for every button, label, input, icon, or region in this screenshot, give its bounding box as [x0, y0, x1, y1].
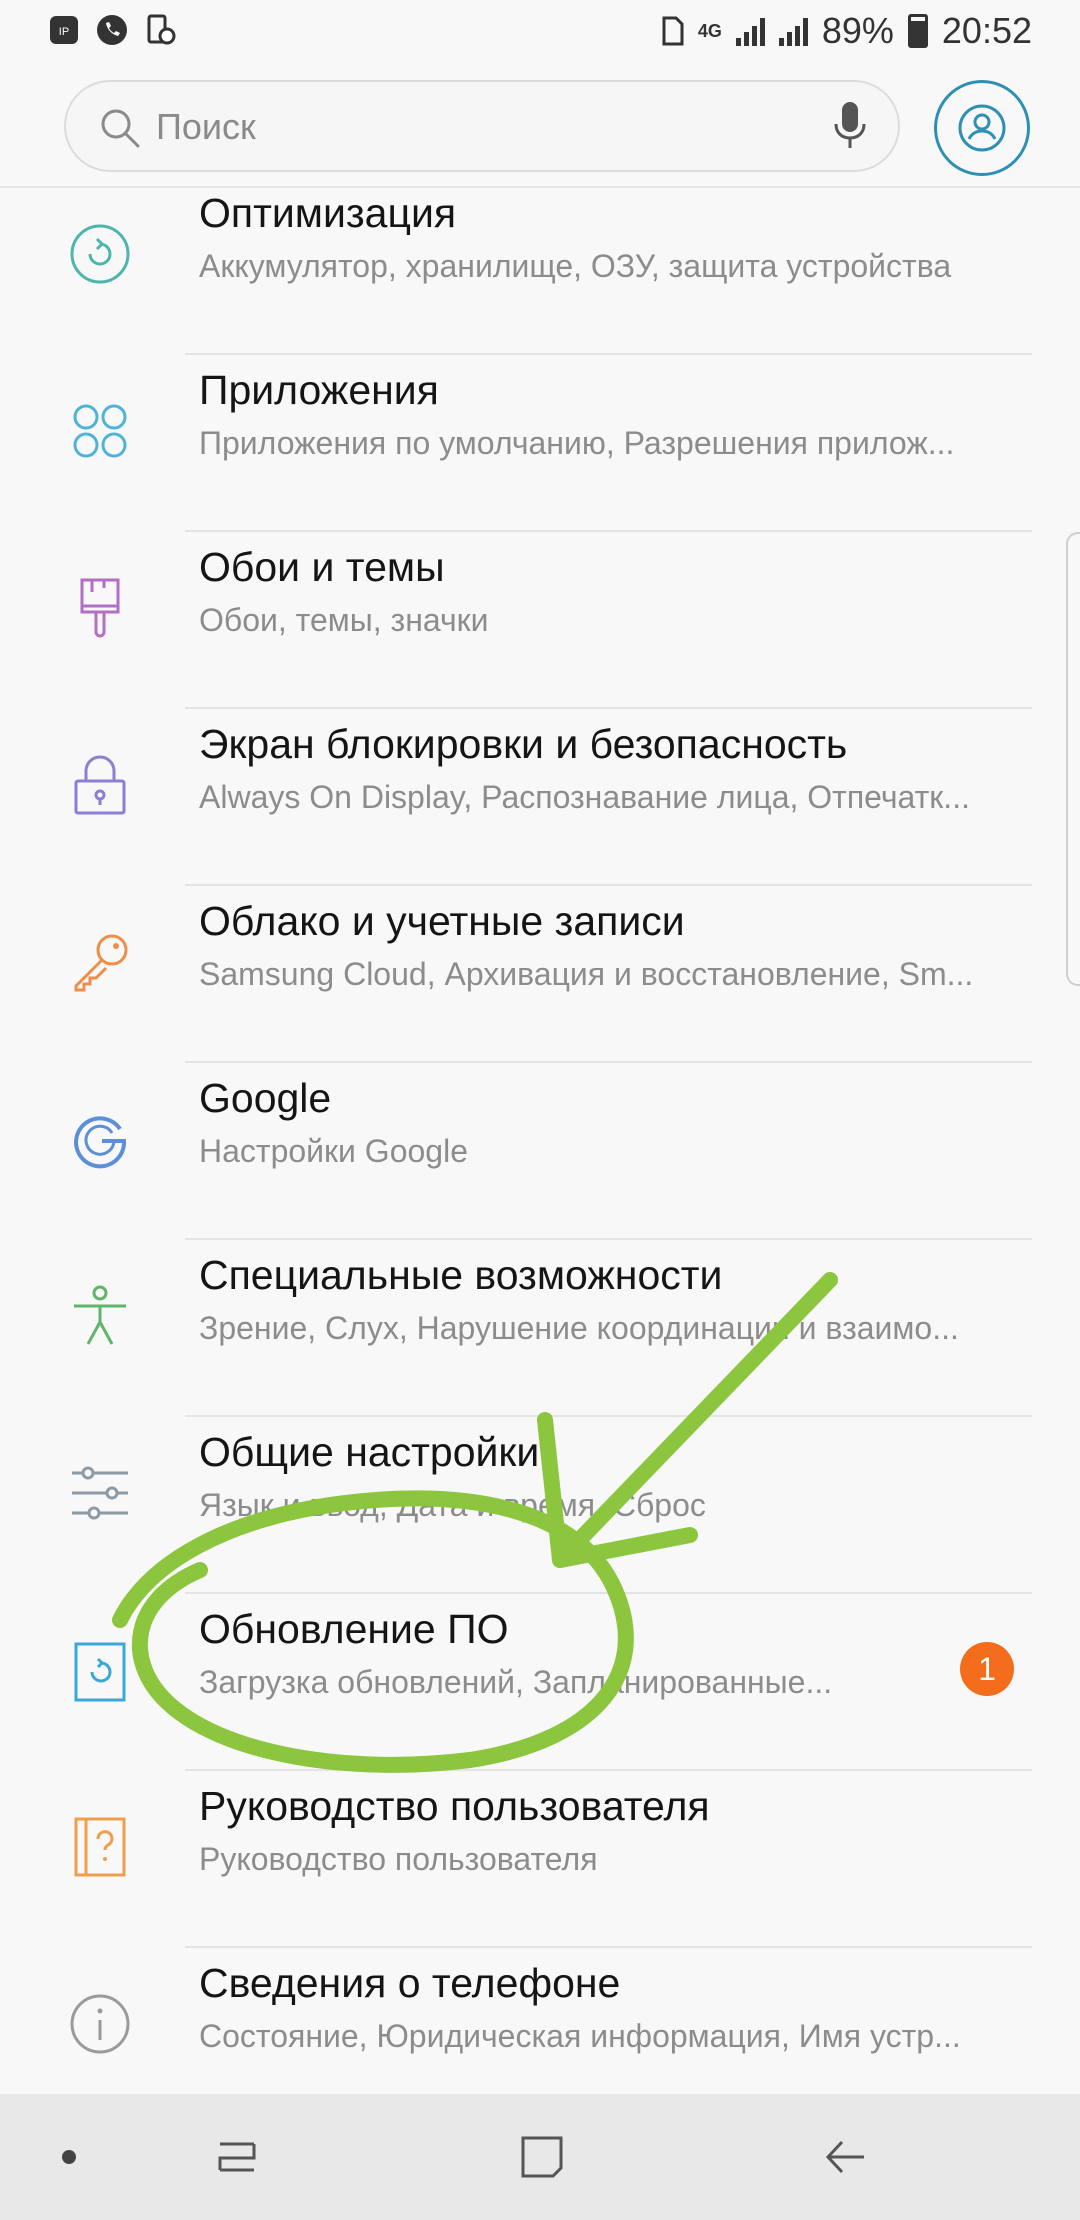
search-placeholder: Поиск: [156, 106, 256, 147]
microphone-icon[interactable]: [830, 98, 870, 154]
sim-card-icon: [662, 16, 684, 46]
item-title: Специальные возможности: [199, 1252, 723, 1298]
notification-icons: IP: [48, 14, 176, 46]
signal-strength-2-icon: [778, 16, 808, 46]
account-icon: [958, 104, 1006, 152]
item-title: Руководство пользователя: [199, 1783, 710, 1829]
item-subtitle: Зрение, Слух, Нарушение координации и вз…: [199, 1310, 959, 1346]
apps-icon: [73, 404, 127, 458]
update-count-badge: 1: [960, 1642, 1014, 1696]
back-icon[interactable]: [818, 2130, 872, 2184]
settings-item-accessibility[interactable]: Специальные возможности Зрение, Слух, На…: [0, 1240, 1080, 1417]
search-icon: [101, 109, 140, 148]
voip-call-icon: IP: [48, 14, 80, 46]
settings-item-cloud-accounts[interactable]: Облако и учетные записи Samsung Cloud, А…: [0, 886, 1080, 1063]
item-subtitle: Always On Display, Распознавание лица, О…: [199, 779, 970, 815]
optimization-icon: [70, 224, 130, 284]
signal-strength-icon: [735, 16, 765, 46]
paintbrush-icon: [80, 578, 120, 638]
item-title: Экран блокировки и безопасность: [199, 721, 848, 767]
key-icon: [74, 934, 128, 992]
navigation-bar: [0, 2094, 1080, 2220]
settings-item-wallpapers-themes[interactable]: Обои и темы Обои, темы, значки: [0, 532, 1080, 709]
item-title: Обновление ПО: [199, 1606, 509, 1652]
lock-icon: [74, 755, 126, 815]
search-bar[interactable]: Поиск: [64, 80, 900, 172]
settings-item-lock-screen-security[interactable]: Экран блокировки и безопасность Always O…: [0, 709, 1080, 886]
settings-item-user-manual[interactable]: Руководство пользователя Руководство пол…: [0, 1771, 1080, 1948]
settings-item-google[interactable]: Google Настройки Google: [0, 1063, 1080, 1240]
item-title: Сведения о телефоне: [199, 1960, 621, 2006]
status-bar: IP 4G 89% 20:52: [0, 0, 1080, 66]
account-button[interactable]: [934, 80, 1030, 176]
sliders-icon: [72, 1466, 128, 1520]
info-icon: [70, 1994, 130, 2054]
item-subtitle: Приложения по умолчанию, Разрешения прил…: [199, 425, 955, 461]
network-type: 4G: [697, 21, 722, 41]
item-title: Приложения: [199, 367, 439, 413]
battery-percent: 89%: [821, 10, 894, 51]
item-subtitle: Samsung Cloud, Архивация и восстановлени…: [199, 956, 974, 992]
item-subtitle: Обои, темы, значки: [199, 602, 489, 638]
item-subtitle: Руководство пользователя: [199, 1841, 598, 1877]
item-title: Общие настройки: [199, 1429, 540, 1475]
item-title: Google: [199, 1075, 332, 1121]
battery-icon: [907, 14, 928, 48]
item-subtitle: Загрузка обновлений, Запланированные...: [199, 1664, 833, 1700]
settings-list: Оптимизация Аккумулятор, хранилище, ОЗУ,…: [0, 178, 1080, 2125]
settings-item-general-management[interactable]: Общие настройки Язык и ввод, Дата и врем…: [0, 1417, 1080, 1594]
settings-item-optimization[interactable]: Оптимизация Аккумулятор, хранилище, ОЗУ,…: [0, 178, 1080, 355]
item-title: Обои и темы: [199, 544, 445, 590]
clock: 20:52: [941, 10, 1032, 51]
svg-text:IP: IP: [59, 26, 69, 38]
software-update-icon: [74, 1642, 126, 1702]
screen-timer-icon: [144, 14, 176, 46]
help-book-icon: [74, 1817, 126, 1877]
phone-call-icon: [96, 14, 128, 46]
recent-apps-icon[interactable]: [210, 2130, 264, 2184]
status-right: 4G 89% 20:52: [662, 10, 1032, 52]
google-icon: [74, 1116, 127, 1169]
item-title: Облако и учетные записи: [199, 898, 685, 944]
nav-indicator-dot: [62, 2150, 76, 2164]
settings-item-apps[interactable]: Приложения Приложения по умолчанию, Разр…: [0, 355, 1080, 532]
settings-item-software-update[interactable]: Обновление ПО Загрузка обновлений, Запла…: [0, 1594, 1080, 1771]
item-title: Оптимизация: [199, 190, 457, 236]
accessibility-icon: [74, 1285, 126, 1345]
item-subtitle: Состояние, Юридическая информация, Имя у…: [199, 2018, 961, 2054]
item-subtitle: Язык и ввод, Дата и время, Сброс: [199, 1487, 706, 1523]
item-subtitle: Настройки Google: [199, 1133, 468, 1169]
item-subtitle: Аккумулятор, хранилище, ОЗУ, защита устр…: [199, 248, 952, 284]
scroll-handle[interactable]: [1066, 532, 1080, 986]
home-icon[interactable]: [515, 2130, 569, 2184]
